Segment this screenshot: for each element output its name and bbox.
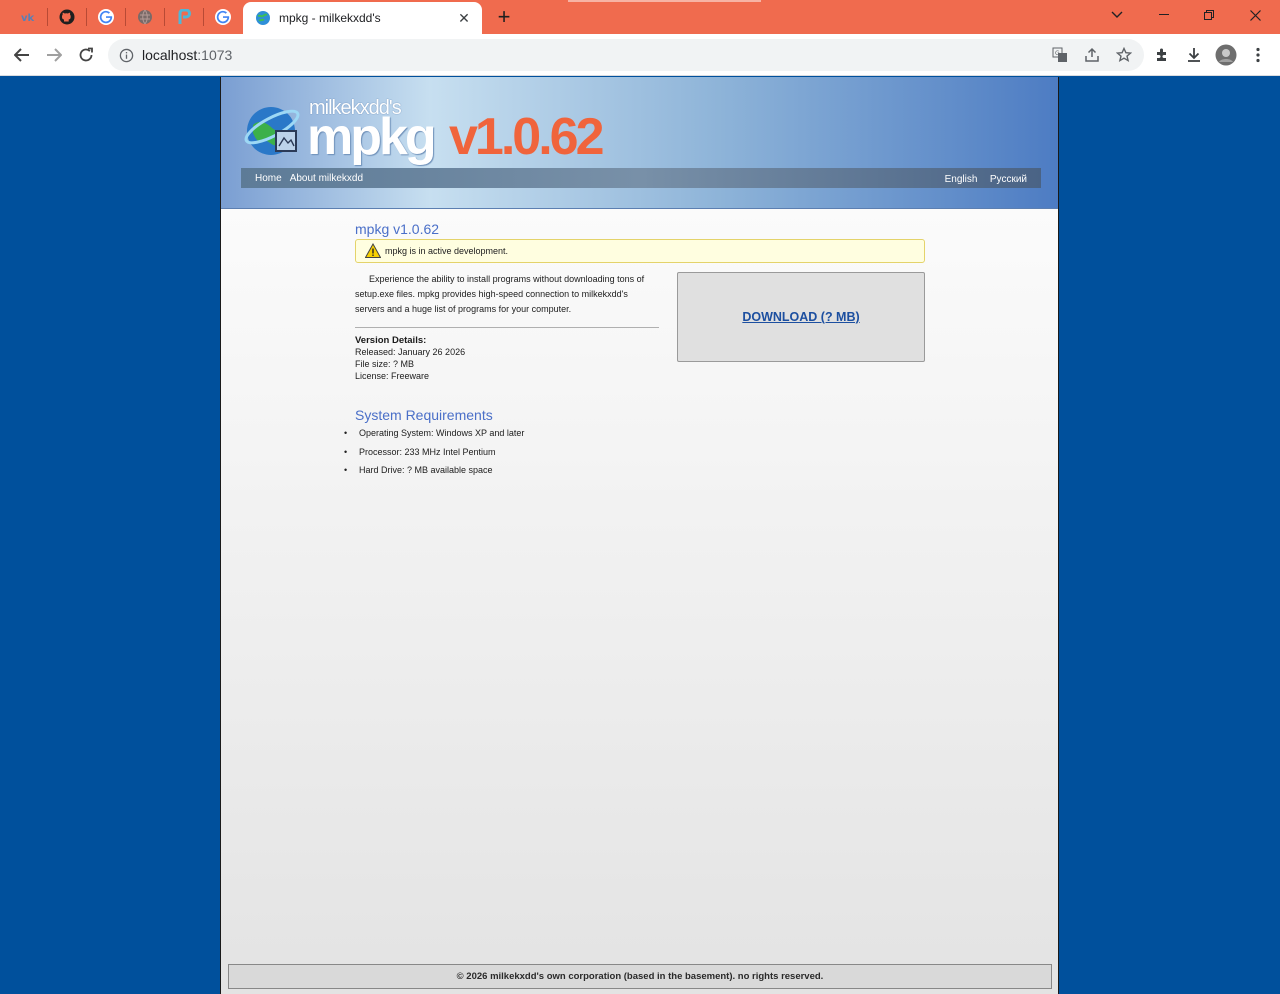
translate-icon[interactable]: G (1048, 43, 1072, 67)
close-window-button[interactable] (1232, 0, 1278, 30)
system-requirements-title: System Requirements (355, 407, 493, 423)
system-requirements-list: Operating System: Windows XP and later P… (344, 428, 927, 484)
site-header: milkekxdd's mpkg v1.0.62 Home About milk… (221, 77, 1058, 209)
globe-tab[interactable] (126, 5, 164, 29)
vk-icon: vk (20, 9, 36, 25)
tab-strip-highlight (568, 0, 761, 2)
address-url[interactable]: localhost:1073 (142, 47, 232, 63)
tab-search-button[interactable] (1094, 0, 1140, 30)
license: License: Freeware (355, 371, 430, 381)
back-button[interactable] (8, 41, 36, 69)
tab-title: mpkg - milkekxdd's (279, 11, 381, 25)
profile-avatar[interactable] (1212, 41, 1240, 69)
product-description: Experience the ability to install progra… (355, 274, 645, 314)
svg-text:G: G (1055, 50, 1060, 57)
google-icon (98, 9, 114, 25)
download-link[interactable]: DOWNLOAD (? MB) (742, 310, 859, 324)
url-port: :1073 (197, 47, 233, 63)
tab-strip: vk mpkg - milkekxdd's ✕ + (0, 0, 1280, 34)
file-size: File size: ? MB (355, 359, 415, 369)
vk-tab[interactable]: vk (9, 5, 47, 29)
tab-active[interactable]: mpkg - milkekxdd's ✕ (243, 2, 482, 34)
warning-icon (365, 243, 381, 258)
site-info-icon[interactable] (118, 47, 134, 63)
nav-about-link[interactable]: About milkekxdd (290, 173, 363, 184)
dev-notice: mpkg is in active development. (355, 239, 925, 263)
browser-menu-icon[interactable] (1244, 41, 1272, 69)
brand-version: v1.0.62 (449, 108, 604, 166)
downloads-icon[interactable] (1180, 41, 1208, 69)
share-icon[interactable] (1080, 43, 1104, 67)
new-tab-button[interactable]: + (492, 5, 516, 29)
brand-name: mpkg (307, 108, 437, 166)
site-footer: © 2026 milkekxdd's own corporation (base… (228, 964, 1052, 989)
requirement-os: Operating System: Windows XP and later (344, 428, 927, 447)
divider (355, 327, 659, 328)
nav-home-link[interactable]: Home (255, 173, 282, 184)
page-container: milkekxdd's mpkg v1.0.62 Home About milk… (220, 77, 1059, 994)
lang-russian-link[interactable]: Русский (990, 174, 1027, 185)
release-date: Released: January 26 2026 (355, 347, 466, 357)
google-tab-1[interactable] (87, 5, 125, 29)
close-tab-icon[interactable]: ✕ (456, 10, 472, 26)
github-tab[interactable] (48, 5, 86, 29)
browser-toolbar: localhost:1073 G (0, 34, 1280, 76)
reload-button[interactable] (72, 41, 100, 69)
requirement-hard-drive: Hard Drive: ? MB available space (344, 465, 927, 484)
requirement-processor: Processor: 233 MHz Intel Pentium (344, 447, 927, 466)
restore-button[interactable] (1186, 0, 1232, 30)
page-title: mpkg v1.0.62 (355, 221, 440, 237)
app-tab[interactable] (165, 5, 203, 29)
mpkg-globe-logo-icon (243, 99, 303, 159)
svg-text:vk: vk (21, 13, 35, 24)
bookmark-star-icon[interactable] (1112, 43, 1136, 67)
site-nav: Home About milkekxdd English Русский (241, 168, 1041, 188)
globe-icon (255, 10, 271, 26)
main-content: mpkg v1.0.62 mpkg is in active developme… (344, 221, 927, 484)
lang-english-link[interactable]: English (945, 174, 978, 185)
notice-text: mpkg is in active development. (385, 246, 509, 256)
language-switcher: English Русский (945, 169, 1027, 187)
footer-text: © 2026 milkekxdd's own corporation (base… (456, 971, 824, 982)
download-box: DOWNLOAD (? MB) (677, 272, 925, 362)
google-icon (215, 9, 231, 25)
p-app-icon (176, 9, 192, 25)
address-bar[interactable]: localhost:1073 G (108, 39, 1144, 71)
github-icon (59, 9, 75, 25)
minimize-button[interactable] (1141, 0, 1187, 30)
version-details-title: Version Details: (355, 335, 427, 346)
forward-button[interactable] (40, 41, 68, 69)
globe-icon (137, 9, 153, 25)
google-tab-2[interactable] (204, 5, 242, 29)
extensions-icon[interactable] (1148, 41, 1176, 69)
url-host: localhost (142, 47, 198, 63)
